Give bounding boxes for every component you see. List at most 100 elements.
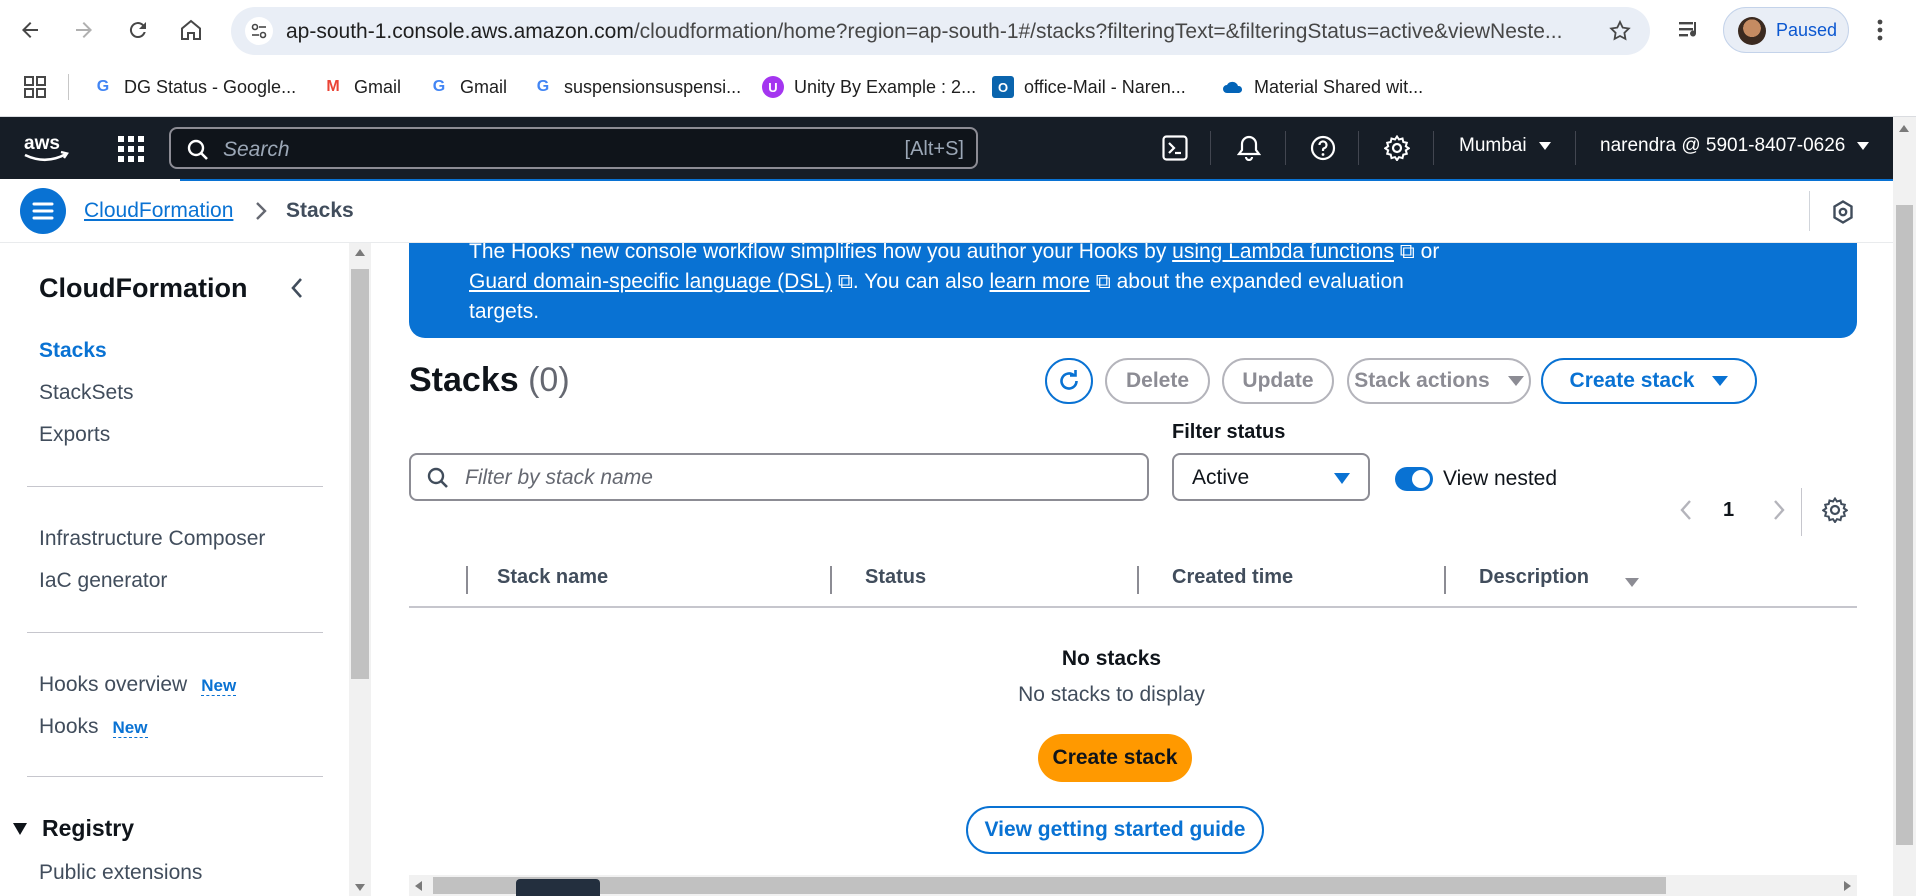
google-icon: G <box>432 78 446 95</box>
bookmark-item[interactable]: Ooffice-Mail - Naren... <box>992 74 1186 100</box>
region-label: Mumbai <box>1459 135 1527 156</box>
account-label: narendra @ 5901-8407-0626 <box>1600 135 1846 156</box>
page-scrollbar[interactable] <box>1893 117 1916 896</box>
page-title-text: Stacks <box>409 361 519 399</box>
help-icon[interactable] <box>1308 133 1338 163</box>
nav-divider <box>1210 131 1211 165</box>
bookmark-label: office-Mail - Naren... <box>1024 76 1186 97</box>
bookmark-label: Material Shared wit... <box>1254 76 1424 97</box>
caret-down-icon <box>1857 142 1870 150</box>
address-bar[interactable]: ap-south-1.console.aws.amazon.com/cloudf… <box>231 7 1650 55</box>
bookmark-item[interactable]: U Unity By Example : 2... <box>762 74 976 100</box>
gear-icon[interactable] <box>1382 133 1412 163</box>
sidebar-item-hooks[interactable]: Hooks New <box>39 715 148 739</box>
view-nested-label: View nested <box>1443 467 1558 490</box>
pagination-prev-icon[interactable] <box>1679 499 1693 521</box>
bookmark-item[interactable]: Gsuspensionsuspensi... <box>532 74 741 100</box>
lambda-functions-link[interactable]: using Lambda functions <box>1172 243 1394 263</box>
home-icon <box>181 19 201 40</box>
breadcrumb-link-cloudformation[interactable]: CloudFormation <box>84 199 233 223</box>
sidebar-item-public-extensions[interactable]: Public extensions <box>39 861 202 885</box>
services-grid-icon[interactable] <box>118 136 144 162</box>
url-host: ap-south-1.console.aws.amazon.com <box>286 20 634 43</box>
getting-started-guide-button[interactable]: View getting started guide <box>966 806 1264 854</box>
toggle-knob <box>1412 470 1430 488</box>
bookmark-item[interactable]: G Gmail <box>428 74 507 100</box>
sidebar-item-stacksets[interactable]: StackSets <box>39 381 134 405</box>
sidebar-title: CloudFormation <box>39 273 248 303</box>
empty-create-stack-button[interactable]: Create stack <box>1038 734 1192 782</box>
svg-text:aws: aws <box>24 133 60 154</box>
sidebar-scrollbar[interactable] <box>349 243 371 896</box>
column-resizer[interactable] <box>830 566 832 594</box>
column-header-created-time[interactable]: Created time <box>1172 566 1293 589</box>
filter-stack-name-input[interactable]: Filter by stack name <box>409 453 1149 501</box>
sidebar-item-iac-generator[interactable]: IaC generator <box>39 569 167 593</box>
column-resizer[interactable] <box>466 566 468 594</box>
back-button[interactable] <box>12 12 48 48</box>
info-panel-icon[interactable] <box>1832 200 1854 224</box>
bookmark-label: Gmail <box>460 76 508 97</box>
scroll-right-icon <box>1844 881 1851 891</box>
bookmark-item[interactable]: M Gmail <box>322 74 401 100</box>
search-input[interactable]: Search [Alt+S] <box>169 127 978 169</box>
column-resizer[interactable] <box>1137 566 1139 594</box>
scrollbar-thumb[interactable] <box>1896 205 1913 845</box>
outlook-icon: O <box>992 76 1014 98</box>
scrollbar-thumb[interactable] <box>351 269 369 679</box>
aws-top-nav: aws Search [Alt+S] Mumbai narendra @ 590… <box>0 117 1893 179</box>
main-content: The Hooks' new console workflow simplifi… <box>372 243 1893 896</box>
breadcrumb-divider <box>1809 191 1810 231</box>
delete-button[interactable]: Delete <box>1105 358 1210 404</box>
sidebar-item-stacks[interactable]: Stacks <box>39 339 107 363</box>
aws-logo[interactable]: aws <box>22 131 70 163</box>
cloudshell-icon[interactable] <box>1160 133 1190 163</box>
forward-button[interactable] <box>66 12 102 48</box>
bookmark-star-icon[interactable] <box>1608 19 1632 43</box>
browser-menu-icon[interactable] <box>1876 18 1884 42</box>
region-selector[interactable]: Mumbai <box>1459 135 1551 157</box>
learn-more-link[interactable]: learn more <box>990 270 1090 293</box>
reload-button[interactable] <box>120 12 156 48</box>
empty-state-title: No stacks <box>1061 647 1162 670</box>
side-nav-toggle-button[interactable] <box>20 188 66 234</box>
chevron-left-icon[interactable] <box>290 277 304 299</box>
search-icon <box>427 467 448 488</box>
button-label: Create stack <box>1569 369 1695 392</box>
refresh-button[interactable] <box>1045 358 1093 404</box>
sidebar-item-infrastructure-composer[interactable]: Infrastructure Composer <box>39 527 265 551</box>
preferences-gear-icon[interactable] <box>1822 497 1848 523</box>
site-info-icon[interactable] <box>245 17 273 45</box>
sidebar-item-exports[interactable]: Exports <box>39 423 110 447</box>
page-title: Stacks (0) <box>409 361 570 400</box>
home-button[interactable] <box>173 12 209 48</box>
scrollbar-thumb[interactable] <box>433 877 1666 894</box>
update-button[interactable]: Update <box>1222 358 1334 404</box>
bookmark-item[interactable]: Material Shared wit... <box>1222 74 1423 100</box>
sidebar-section-registry[interactable]: Registry <box>12 815 134 842</box>
account-menu[interactable]: narendra @ 5901-8407-0626 <box>1600 135 1870 157</box>
guard-dsl-link[interactable]: Guard domain-specific language (DSL) <box>469 270 832 293</box>
pagination-next-icon[interactable] <box>1772 499 1786 521</box>
bookmark-item[interactable]: G DG Status - Google... <box>92 74 296 100</box>
view-nested-toggle[interactable] <box>1395 467 1433 491</box>
bell-icon[interactable] <box>1234 133 1264 163</box>
column-header-status[interactable]: Status <box>865 566 926 589</box>
sidebar-item-hooks-overview[interactable]: Hooks overview New <box>39 673 237 697</box>
profile-status: Paused <box>1776 20 1838 40</box>
create-stack-button[interactable]: Create stack <box>1541 358 1757 404</box>
column-header-stack-name[interactable]: Stack name <box>497 566 608 589</box>
pagination-page[interactable]: 1 <box>1723 499 1734 522</box>
google-icon: G <box>536 78 550 95</box>
sidebar-item-label: Hooks <box>39 715 99 738</box>
sort-descending-icon[interactable] <box>1625 578 1639 587</box>
flash-top-edge <box>180 179 1893 181</box>
media-controls-icon[interactable] <box>1677 18 1703 42</box>
apps-grid-icon[interactable] <box>24 76 46 98</box>
stack-actions-button[interactable]: Stack actions <box>1347 358 1531 404</box>
profile-button[interactable]: Paused <box>1723 7 1849 53</box>
column-header-description[interactable]: Description <box>1479 566 1589 589</box>
filter-status-select[interactable]: Active <box>1172 453 1370 501</box>
column-resizer[interactable] <box>1444 566 1446 594</box>
table-horizontal-scrollbar[interactable] <box>409 875 1857 896</box>
